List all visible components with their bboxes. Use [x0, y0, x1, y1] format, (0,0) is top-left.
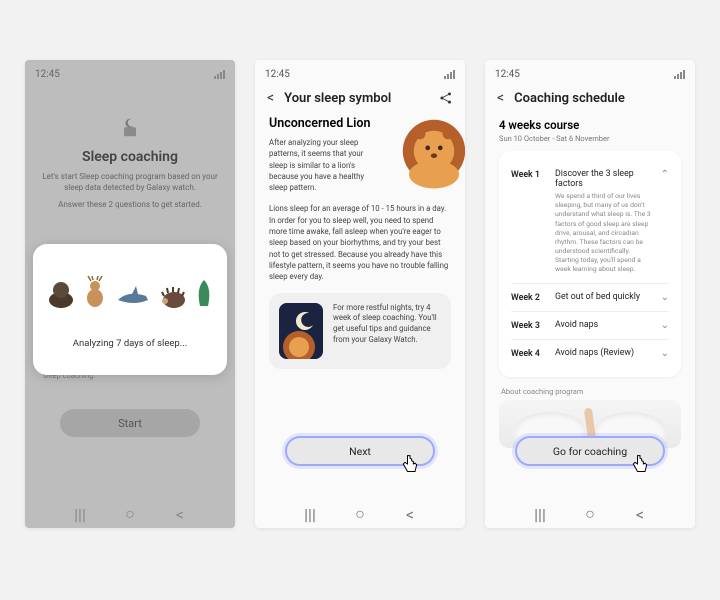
signal-icon	[444, 70, 455, 79]
phone-coaching-schedule: 12:45 < Coaching schedule 4 weeks course…	[485, 60, 695, 528]
go-for-coaching-button[interactable]: Go for coaching	[515, 436, 665, 466]
deer-icon	[84, 274, 106, 308]
nav-recent-icon[interactable]: |||	[72, 505, 88, 524]
symbol-desc-2: Lions sleep for an average of 10 - 15 ho…	[269, 203, 451, 282]
tip-text: For more restful nights, try 4 week of s…	[333, 303, 441, 359]
course-title: 4 weeks course	[499, 118, 681, 132]
phone-sleep-symbol: 12:45 < Your sleep symbol	[255, 60, 465, 528]
header-title: Coaching schedule	[514, 91, 683, 106]
analyzing-modal: Analyzing 7 days of sleep...	[33, 244, 227, 375]
nav-home-icon[interactable]: ○	[582, 504, 598, 524]
week-row-1[interactable]: Week 1 Discover the 3 sleep factors We s…	[511, 161, 669, 283]
analyzing-text: Analyzing 7 days of sleep...	[43, 338, 217, 349]
android-nav-bar: ||| ○ <	[25, 500, 235, 528]
back-icon[interactable]: <	[497, 90, 504, 106]
lion-illustration	[395, 112, 465, 190]
chevron-down-icon: ⌄	[661, 292, 669, 303]
animal-row	[43, 264, 217, 308]
header-title: Your sleep symbol	[284, 91, 429, 106]
hedgehog-icon	[160, 284, 186, 308]
signal-icon	[214, 70, 225, 79]
status-time: 12:45	[265, 69, 290, 80]
next-button[interactable]: Next	[285, 436, 435, 466]
status-bar: 12:45	[485, 60, 695, 82]
week-row-3[interactable]: Week 3 Avoid naps ⌄	[511, 311, 669, 339]
nav-back-icon[interactable]: <	[402, 505, 418, 524]
about-label: About coaching program	[501, 387, 679, 396]
status-bar: 12:45	[25, 60, 235, 82]
symbol-desc-1: After analyzing your sleep patterns, it …	[269, 137, 371, 193]
crocodile-icon	[196, 278, 212, 308]
page-title: Sleep coaching	[39, 149, 221, 165]
phone-sleep-coaching-intro: 12:45 Sleep coaching Let's start Sleep c…	[25, 60, 235, 528]
nav-home-icon[interactable]: ○	[122, 504, 138, 524]
status-time: 12:45	[35, 69, 60, 80]
week-row-2[interactable]: Week 2 Get out of bed quickly ⌄	[511, 283, 669, 311]
chevron-up-icon: ⌃	[661, 169, 669, 180]
nav-back-icon[interactable]: <	[172, 505, 188, 524]
status-bar: 12:45	[255, 60, 465, 82]
course-dates: Sun 10 October - Sat 6 November	[499, 134, 681, 143]
back-icon[interactable]: <	[267, 90, 274, 106]
shark-icon	[116, 286, 150, 308]
bear-icon	[48, 278, 74, 308]
nav-recent-icon[interactable]: |||	[532, 505, 548, 524]
intro-text-2: Answer these 2 questions to get started.	[39, 199, 221, 210]
nav-home-icon[interactable]: ○	[352, 504, 368, 524]
nav-recent-icon[interactable]: |||	[302, 505, 318, 524]
android-nav-bar: ||| ○ <	[255, 500, 465, 528]
week-row-4[interactable]: Week 4 Avoid naps (Review) ⌄	[511, 339, 669, 367]
signal-icon	[674, 70, 685, 79]
sleep-moon-icon	[121, 117, 139, 139]
share-icon[interactable]	[439, 91, 453, 105]
android-nav-bar: ||| ○ <	[485, 500, 695, 528]
nav-back-icon[interactable]: <	[632, 505, 648, 524]
tip-card: For more restful nights, try 4 week of s…	[269, 293, 451, 369]
intro-text-1: Let's start Sleep coaching program based…	[39, 171, 221, 193]
status-time: 12:45	[495, 69, 520, 80]
chevron-down-icon: ⌄	[661, 348, 669, 359]
tip-thumbnail	[279, 303, 323, 359]
start-button[interactable]: Start	[60, 409, 200, 437]
chevron-down-icon: ⌄	[661, 320, 669, 331]
